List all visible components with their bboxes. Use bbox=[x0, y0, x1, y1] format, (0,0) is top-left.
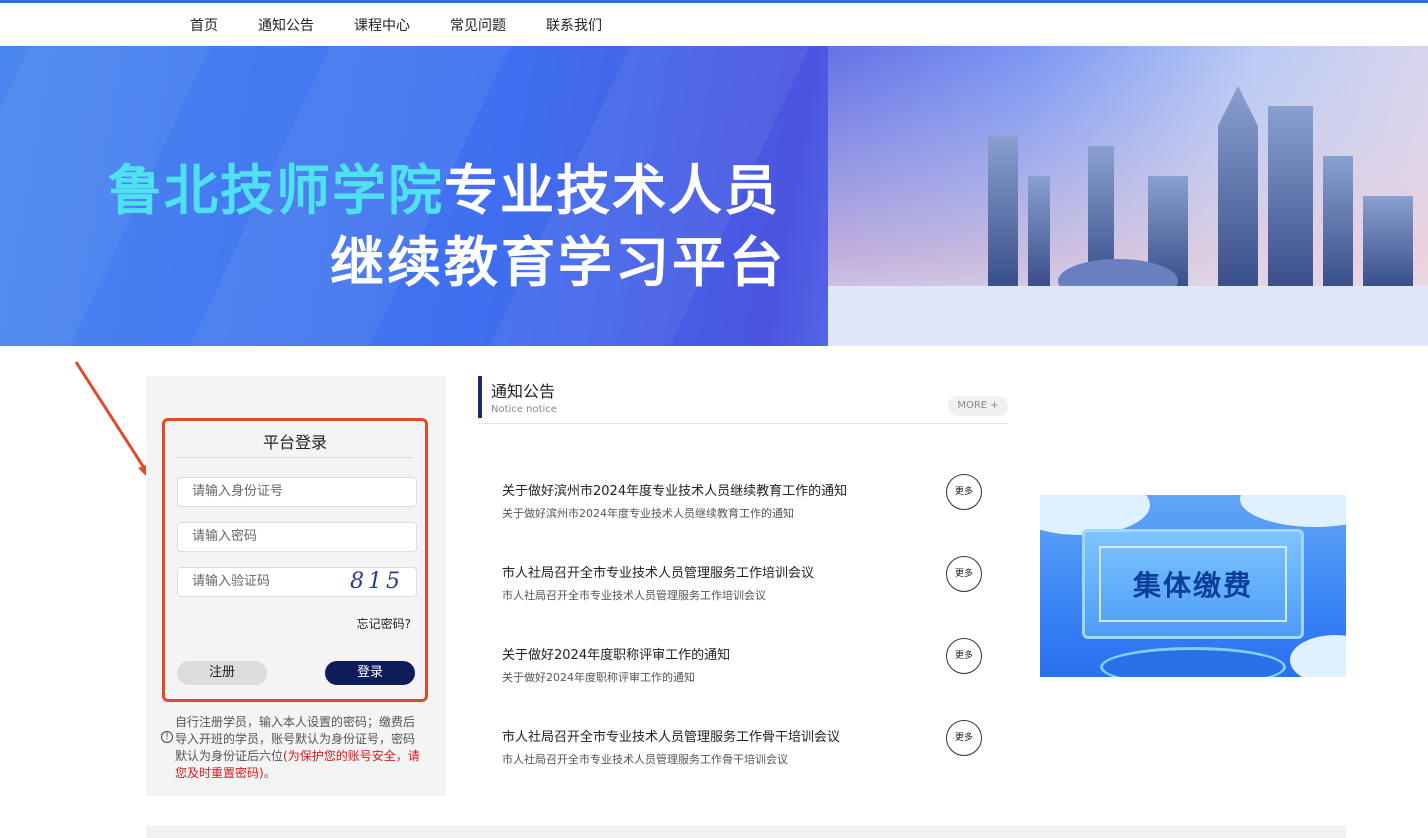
notices-accent-bar bbox=[478, 376, 482, 418]
cloud-decoration bbox=[1290, 635, 1346, 677]
news-more-button[interactable]: 更多 bbox=[946, 556, 982, 592]
nav-item-courses[interactable]: 课程中心 bbox=[354, 15, 410, 35]
notices-more-button[interactable]: MORE + bbox=[948, 396, 1008, 416]
hero-banner: 鲁北技师学院专业技术人员 继续教育学习平台 bbox=[0, 46, 1428, 346]
captcha-input[interactable]: 请输入验证码 815 bbox=[177, 567, 417, 597]
news-item: 市人社局召开全市专业技术人员管理服务工作培训会议 市人社局召开全市专业技术人员管… bbox=[502, 556, 992, 612]
top-navbar: 首页 通知公告 课程中心 常见问题 联系我们 bbox=[0, 0, 1428, 46]
password-input[interactable]: 请输入密码 bbox=[177, 522, 417, 552]
login-note: 自行注册学员，输入本人设置的密码；缴费后导入开班的学员，账号默认为身份证号，密码… bbox=[175, 714, 421, 782]
banner-title-line2: 继续教育学习平台 bbox=[330, 231, 786, 294]
news-title[interactable]: 关于做好滨州市2024年度专业技术人员继续教育工作的通知 bbox=[502, 480, 992, 499]
news-desc: 市人社局召开全市专业技术人员管理服务工作培训会议 bbox=[502, 589, 766, 602]
news-desc: 关于做好滨州市2024年度专业技术人员继续教育工作的通知 bbox=[502, 507, 794, 520]
nav-item-notices[interactable]: 通知公告 bbox=[258, 15, 314, 35]
news-title[interactable]: 市人社局召开全市专业技术人员管理服务工作骨干培训会议 bbox=[502, 726, 992, 745]
news-more-button[interactable]: 更多 bbox=[946, 720, 982, 756]
footer-strip bbox=[146, 826, 1346, 838]
notices-title: 通知公告 bbox=[491, 382, 556, 401]
city-skyline-image bbox=[828, 46, 1428, 346]
notices-header: 通知公告 Notice notice MORE + bbox=[478, 376, 1008, 424]
captcha-placeholder: 请输入验证码 bbox=[192, 574, 271, 589]
nav-item-contact[interactable]: 联系我们 bbox=[546, 15, 602, 35]
nav-item-faq[interactable]: 常见问题 bbox=[450, 15, 506, 35]
news-title[interactable]: 市人社局召开全市专业技术人员管理服务工作培训会议 bbox=[502, 562, 992, 581]
login-form: 平台登录 请输入身份证号 请输入密码 请输入验证码 815 忘记密码? 注册 登… bbox=[162, 418, 428, 702]
notices-subtitle: Notice notice bbox=[491, 404, 557, 415]
news-item: 关于做好2024年度职称评审工作的通知 关于做好2024年度职称评审工作的通知 … bbox=[502, 638, 992, 694]
banner-title-line1: 鲁北技师学院专业技术人员 bbox=[108, 146, 780, 225]
captcha-image[interactable]: 815 bbox=[350, 568, 404, 596]
divider bbox=[177, 457, 413, 458]
news-title[interactable]: 关于做好2024年度职称评审工作的通知 bbox=[502, 644, 992, 663]
forgot-password-link[interactable]: 忘记密码? bbox=[357, 615, 411, 632]
info-icon: ! bbox=[161, 731, 173, 743]
register-button[interactable]: 注册 bbox=[177, 661, 267, 685]
news-more-button[interactable]: 更多 bbox=[946, 638, 982, 674]
group-payment-label: 集体缴费 bbox=[1132, 569, 1253, 602]
login-title: 平台登录 bbox=[262, 433, 327, 452]
nav-item-home[interactable]: 首页 bbox=[190, 15, 218, 35]
news-item: 市人社局召开全市专业技术人员管理服务工作骨干培训会议 市人社局召开全市专业技术人… bbox=[502, 720, 992, 776]
cloud-decoration bbox=[1240, 495, 1346, 527]
group-payment-frame: 集体缴费 bbox=[1082, 529, 1304, 639]
id-number-input[interactable]: 请输入身份证号 bbox=[177, 477, 417, 507]
main-nav: 首页 通知公告 课程中心 常见问题 联系我们 bbox=[190, 15, 642, 35]
login-panel: 平台登录 请输入身份证号 请输入密码 请输入验证码 815 忘记密码? 注册 登… bbox=[146, 376, 446, 796]
news-desc: 关于做好2024年度职称评审工作的通知 bbox=[502, 671, 695, 684]
banner-title-rest: 专业技术人员 bbox=[444, 159, 780, 222]
news-more-button[interactable]: 更多 bbox=[946, 474, 982, 510]
group-payment-banner[interactable]: 集体缴费 bbox=[1040, 495, 1346, 677]
news-desc: 市人社局召开全市专业技术人员管理服务工作骨干培训会议 bbox=[502, 753, 788, 766]
login-button[interactable]: 登录 bbox=[325, 661, 415, 685]
banner-title-highlight: 鲁北技师学院 bbox=[108, 159, 444, 222]
stage-base bbox=[1100, 647, 1286, 677]
login-note-end: 。 bbox=[263, 766, 276, 780]
news-item: 关于做好滨州市2024年度专业技术人员继续教育工作的通知 关于做好滨州市2024… bbox=[502, 474, 992, 530]
